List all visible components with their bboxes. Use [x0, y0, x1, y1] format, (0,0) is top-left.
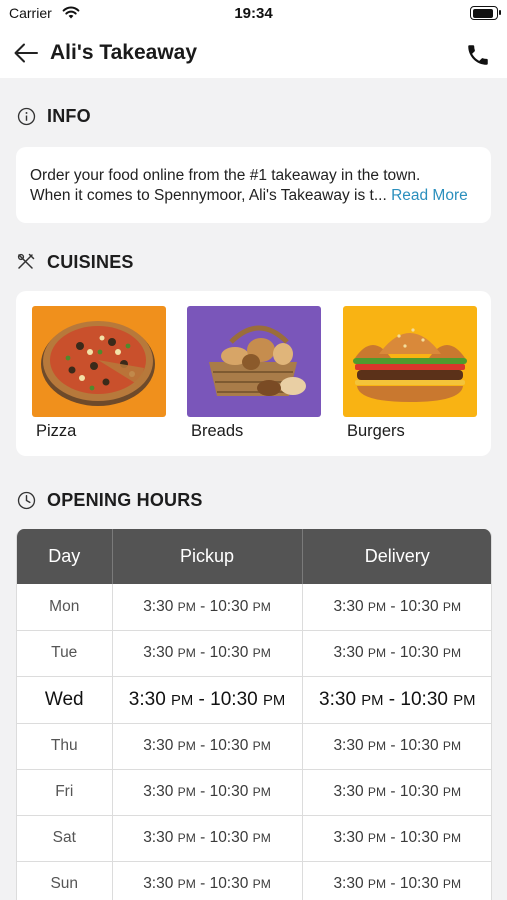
day-cell: Thu — [17, 723, 113, 770]
delivery-hours-cell: 3:30 PM - 10:30 PM — [302, 676, 491, 724]
day-cell: Sat — [17, 815, 113, 862]
cuisine-name: Breads — [191, 422, 244, 440]
column-header-delivery: Delivery — [302, 529, 491, 584]
table-row: Fri 3:30 PM - 10:30 PM 3:30 PM - 10:30 PM — [17, 769, 491, 816]
table-row: Sat 3:30 PM - 10:30 PM 3:30 PM - 10:30 PM — [17, 815, 491, 862]
breads-image[interactable] — [187, 306, 321, 417]
info-card: Order your food online from the #1 takea… — [16, 147, 491, 223]
battery-icon — [470, 6, 501, 20]
info-text-line-2: When it comes to Spennymoor, Ali's Takea… — [30, 186, 477, 206]
day-cell: Wed — [17, 676, 113, 724]
day-cell: Tue — [17, 630, 113, 677]
burgers-image[interactable] — [343, 306, 477, 417]
phone-icon[interactable] — [465, 42, 491, 68]
cuisines-section-header: CUISINES — [16, 250, 134, 274]
opening-hours-section-header: OPENING HOURS — [16, 488, 203, 512]
info-heading: INFO — [47, 105, 91, 126]
page-title: Ali's Takeaway — [50, 41, 198, 64]
pizza-image[interactable] — [32, 306, 166, 417]
day-cell: Mon — [17, 584, 113, 631]
table-row: Thu 3:30 PM - 10:30 PM 3:30 PM - 10:30 PM — [17, 723, 491, 770]
delivery-hours-cell: 3:30 PM - 10:30 PM — [302, 584, 491, 631]
table-row: Tue 3:30 PM - 10:30 PM 3:30 PM - 10:30 PM — [17, 630, 491, 677]
day-cell: Sun — [17, 861, 113, 900]
delivery-hours-cell: 3:30 PM - 10:30 PM — [302, 723, 491, 770]
read-more-link[interactable]: Read More — [391, 187, 468, 204]
nav-bar: Ali's Takeaway — [0, 30, 507, 78]
cuisine-item-pizza[interactable]: Pizza — [32, 306, 166, 441]
pickup-hours-cell: 3:30 PM - 10:30 PM — [112, 584, 303, 631]
table-row: Sun 3:30 PM - 10:30 PM 3:30 PM - 10:30 PM — [17, 861, 491, 900]
status-bar: Carrier 19:34 — [0, 0, 507, 30]
delivery-hours-cell: 3:30 PM - 10:30 PM — [302, 769, 491, 816]
battery-level — [472, 8, 493, 18]
day-cell: Fri — [17, 769, 113, 816]
pickup-hours-cell: 3:30 PM - 10:30 PM — [112, 630, 303, 677]
cuisines-heading: CUISINES — [47, 251, 134, 272]
delivery-hours-cell: 3:30 PM - 10:30 PM — [302, 815, 491, 862]
cuisine-item-burgers[interactable]: Burgers — [343, 306, 477, 441]
info-circle-icon — [16, 106, 36, 126]
cuisines-card: Pizza Breads Burgers — [16, 291, 491, 456]
arrow-left-icon[interactable] — [12, 39, 40, 67]
info-section-header: INFO — [16, 104, 91, 128]
opening-hours-table: Day Pickup Delivery Mon 3:30 PM - 10:30 P… — [16, 529, 492, 900]
table-row: Mon 3:30 PM - 10:30 PM 3:30 PM - 10:30 PM — [17, 584, 491, 631]
table-row: Wed 3:30 PM - 10:30 PM 3:30 PM - 10:30 PM — [17, 676, 491, 724]
pickup-hours-cell: 3:30 PM - 10:30 PM — [112, 723, 303, 770]
delivery-hours-cell: 3:30 PM - 10:30 PM — [302, 861, 491, 900]
delivery-hours-cell: 3:30 PM - 10:30 PM — [302, 630, 491, 677]
cuisine-name: Burgers — [347, 422, 405, 440]
pickup-hours-cell: 3:30 PM - 10:30 PM — [112, 815, 303, 862]
pickup-hours-cell: 3:30 PM - 10:30 PM — [112, 676, 303, 724]
column-header-pickup: Pickup — [112, 529, 303, 584]
clock-time: 19:34 — [234, 5, 273, 22]
column-header-day: Day — [17, 529, 113, 584]
cuisine-item-breads[interactable]: Breads — [187, 306, 321, 441]
utensils-icon — [16, 252, 36, 272]
opening-hours-heading: OPENING HOURS — [47, 489, 203, 510]
cuisine-name: Pizza — [36, 422, 77, 440]
pickup-hours-cell: 3:30 PM - 10:30 PM — [112, 769, 303, 816]
info-text-truncated: When it comes to Spennymoor, Ali's Takea… — [30, 187, 387, 204]
table-header-row: Day Pickup Delivery — [17, 529, 491, 584]
clock-icon — [16, 490, 36, 510]
info-text-line-1: Order your food online from the #1 takea… — [30, 167, 421, 184]
pickup-hours-cell: 3:30 PM - 10:30 PM — [112, 861, 303, 900]
